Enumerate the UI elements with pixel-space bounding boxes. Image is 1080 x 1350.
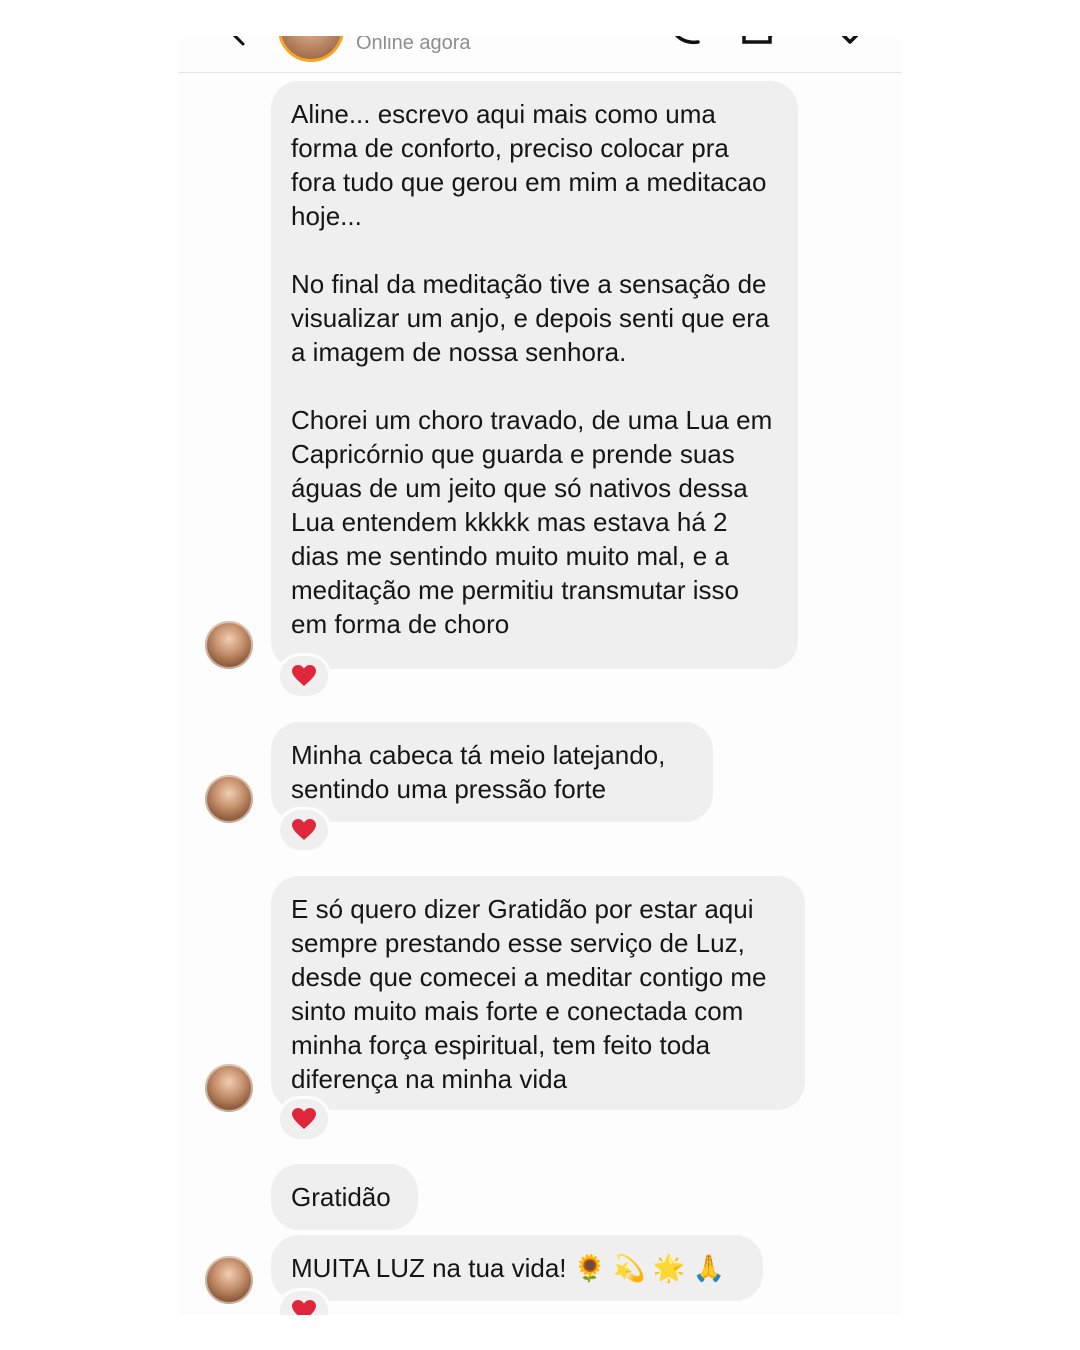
video-icon[interactable] <box>742 36 782 46</box>
message-bubble[interactable]: Aline... escrevo aqui mais como uma form… <box>271 81 798 669</box>
heart-icon <box>292 1300 316 1315</box>
message-bubble[interactable]: MUITA LUZ na tua vida! 🌻 💫 🌟 🙏 <box>271 1235 763 1301</box>
sender-avatar <box>205 621 253 669</box>
chat-header: Online agora <box>178 36 902 73</box>
online-status: Online agora <box>356 36 471 54</box>
heart-icon <box>292 1108 316 1129</box>
heart-icon <box>292 665 316 686</box>
reaction-badge[interactable] <box>280 656 328 696</box>
heart-icon <box>292 819 316 840</box>
message-bubble[interactable]: Minha cabeca tá meio latejando, sentindo… <box>271 722 713 822</box>
reaction-badge[interactable] <box>280 810 328 850</box>
back-icon[interactable] <box>230 36 250 46</box>
reaction-badge[interactable] <box>280 1099 328 1139</box>
sender-avatar <box>205 775 253 823</box>
call-icon[interactable] <box>668 36 708 46</box>
info-icon[interactable] <box>830 36 870 46</box>
message-bubble[interactable]: Gratidão <box>271 1164 418 1230</box>
message-bubble[interactable]: E só quero dizer Gratidão por estar aqui… <box>271 876 805 1110</box>
contact-avatar[interactable] <box>278 36 344 62</box>
sender-avatar <box>205 1256 253 1304</box>
chat-screen: Online agora Aline... escrevo aqui mais … <box>178 36 902 1315</box>
sender-avatar <box>205 1064 253 1112</box>
